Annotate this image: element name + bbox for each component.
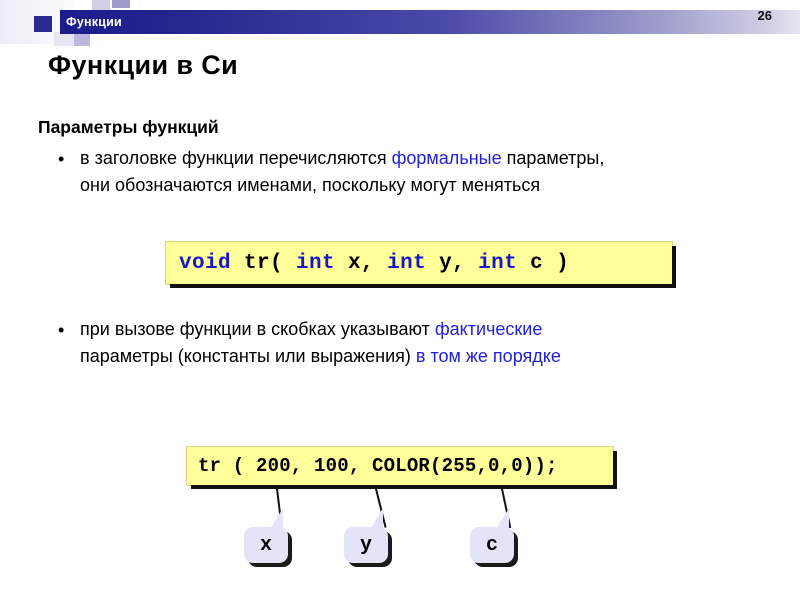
bullet-line: параметры (константы или выражения) в то…: [80, 343, 758, 370]
callout-label: y: [359, 533, 372, 557]
callout-param-c: c: [470, 508, 514, 563]
code-text: tr ( 200, 100, COLOR(255,0,0));: [198, 455, 558, 477]
code-text: void tr( int x, int y, int c ): [179, 252, 569, 275]
callout-tail-icon: [270, 508, 283, 529]
callout-label: c: [485, 533, 498, 557]
bullet-text-highlight: в том же порядке: [415, 346, 561, 366]
decor-square-1: [34, 16, 52, 32]
code-token-plain: tr(: [231, 251, 297, 275]
bullet-line: в заголовке функции перечисляются формал…: [80, 145, 758, 172]
slide-header: Функции 26: [0, 0, 800, 46]
header-title-text: Функции: [66, 15, 122, 29]
code-token-plain: y,: [426, 251, 479, 275]
code-token-keyword: int: [296, 251, 336, 275]
bullet-item-2: • при вызове функции в скобках указывают…: [58, 316, 758, 370]
page-title: Функции в Си: [48, 50, 239, 80]
bullet-marker-icon: •: [58, 149, 65, 169]
bullet-text-highlight: фактические: [434, 319, 543, 339]
callout-param-x: x: [244, 508, 288, 563]
code-token-keyword: int: [387, 251, 427, 275]
bullet-text-post: параметры,: [501, 148, 605, 168]
bullet-text-pre: параметры (константы или выражения): [80, 346, 416, 366]
code-token-plain: x,: [335, 251, 388, 275]
header-bar: [60, 10, 800, 34]
section-subtitle: Параметры функций: [38, 117, 219, 137]
decor-square-6: [112, 0, 130, 8]
code-token-keyword: void: [179, 251, 232, 275]
bullet-marker-icon: •: [58, 320, 65, 340]
callout-label: x: [259, 533, 272, 557]
bullet-text-pre: при вызове функции в скобках указывают: [80, 319, 435, 339]
page-number: 26: [757, 8, 772, 23]
code-box-function-signature: void tr( int x, int y, int c ): [165, 241, 676, 288]
bullet-text-pre: в заголовке функции перечисляются: [80, 148, 392, 168]
code-token-keyword: int: [478, 251, 518, 275]
bullet-text-pre: они обозначаются именами, поскольку могу…: [80, 175, 541, 195]
decor-square-3: [74, 32, 90, 46]
bullet-text-highlight: формальные: [391, 148, 502, 168]
code-box-function-call: tr ( 200, 100, COLOR(255,0,0));: [186, 446, 617, 489]
bullet-item-1: • в заголовке функции перечисляются форм…: [58, 145, 758, 199]
decor-square-8: [54, 32, 74, 46]
callout-param-y: y: [344, 508, 388, 563]
code-token-plain: c ): [517, 251, 570, 275]
bullet-line: они обозначаются именами, поскольку могу…: [80, 172, 758, 199]
bullet-line: при вызове функции в скобках указывают ф…: [80, 316, 758, 343]
